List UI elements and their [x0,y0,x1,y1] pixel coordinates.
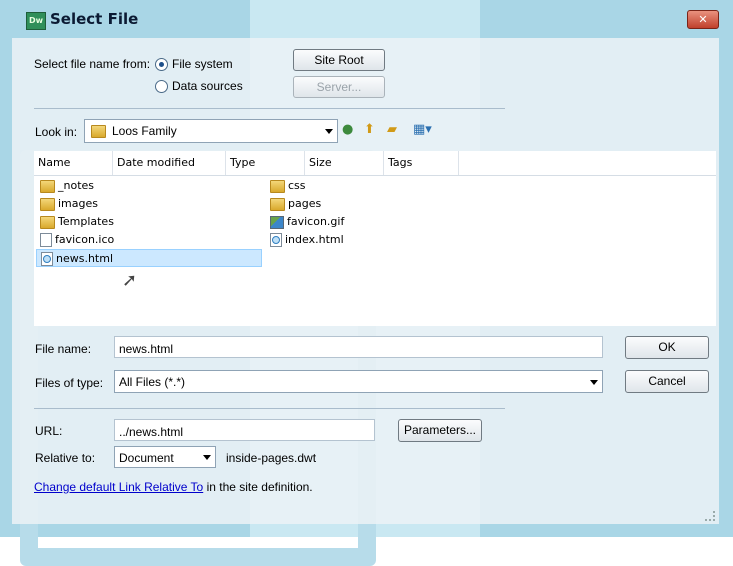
folder-icon [91,125,106,138]
html-file-icon [41,252,53,266]
list-item[interactable]: pages [270,195,321,213]
url-label: URL: [35,424,63,438]
file-name: favicon.gif [287,215,345,228]
file-name: pages [288,197,322,210]
file-name: _notes [58,179,95,192]
change-default-link[interactable]: Change default Link Relative To [34,480,203,494]
folder-icon [40,215,55,229]
file-name: news.html [56,252,114,265]
folder-icon [40,197,55,211]
list-item[interactable]: favicon.gif [270,213,344,231]
column-tags[interactable]: Tags [384,151,459,175]
divider [34,108,505,109]
folder-icon [40,179,55,193]
files-of-type-label: Files of type: [35,376,104,390]
resize-grip-icon[interactable] [705,511,715,521]
look-in-label: Look in: [35,125,78,139]
link-note-text: in the site definition. [203,480,313,494]
folder-icon [270,197,285,211]
parameters-button[interactable]: Parameters... [398,419,482,442]
divider [34,408,505,409]
column-type[interactable]: Type [226,151,305,175]
title-bar[interactable]: Dw Select File ✕ [0,0,733,38]
list-item-selected[interactable]: news.html [36,249,262,267]
relative-to-dropdown[interactable]: Document [114,446,216,468]
image-file-icon [270,215,284,229]
template-file-name: inside-pages.dwt [226,451,317,465]
dreamweaver-logo-icon: Dw [26,12,46,30]
list-item[interactable]: index.html [270,231,344,249]
files-of-type-dropdown[interactable]: All Files (*.*) [114,370,603,393]
list-item[interactable]: images [40,195,98,213]
select-from-label: Select file name from: [34,57,151,71]
file-name: index.html [285,233,344,246]
data-sources-radio[interactable] [155,80,168,93]
list-item[interactable]: css [270,177,306,195]
dialog-title: Select File [50,10,139,28]
relative-to-value: Document [119,451,174,465]
file-system-label[interactable]: File system [172,57,233,71]
file-list: _notes images Templates favicon.ico news… [34,176,716,326]
dialog-window: Dw Select File ✕ Select file name from: … [0,0,733,566]
file-name-input[interactable] [114,336,603,358]
list-item[interactable]: _notes [40,177,94,195]
chevron-down-icon [325,129,333,134]
look-in-dropdown[interactable]: Loos Family [84,119,338,143]
new-folder-icon[interactable]: ▰ [387,121,397,139]
mouse-cursor-icon: ➚ [122,270,138,291]
file-name: images [58,197,98,210]
file-name: favicon.ico [55,233,115,246]
close-button[interactable]: ✕ [687,10,719,29]
ok-button[interactable]: OK [625,336,709,359]
chevron-down-icon [590,380,598,385]
file-list-header: Name Date modified Type Size Tags [34,151,716,176]
link-relative-note: Change default Link Relative To in the s… [34,480,313,494]
server-button[interactable]: Server... [293,76,385,98]
folder-icon [270,179,285,193]
file-name: css [288,179,306,192]
files-of-type-value: All Files (*.*) [119,375,186,389]
file-name-label: File name: [35,342,92,356]
relative-to-label: Relative to: [35,451,96,465]
file-name: Templates [58,215,114,228]
url-input[interactable] [114,419,375,441]
up-folder-icon[interactable]: ⬆ [364,121,375,139]
html-file-icon [270,233,282,247]
back-icon[interactable]: ● [342,121,353,139]
site-root-button[interactable]: Site Root [293,49,385,71]
file-icon [40,233,52,247]
column-size[interactable]: Size [305,151,384,175]
views-menu-icon[interactable]: ▦▾ [413,121,432,139]
look-in-value: Loos Family [112,124,177,138]
column-name[interactable]: Name [34,151,113,175]
list-item[interactable]: favicon.ico [40,231,114,249]
file-system-radio[interactable] [155,58,168,71]
cancel-button[interactable]: Cancel [625,370,709,393]
close-icon: ✕ [698,13,708,26]
column-date-modified[interactable]: Date modified [113,151,226,175]
data-sources-label[interactable]: Data sources [172,79,243,93]
chevron-down-icon [203,455,211,460]
list-item[interactable]: Templates [40,213,114,231]
